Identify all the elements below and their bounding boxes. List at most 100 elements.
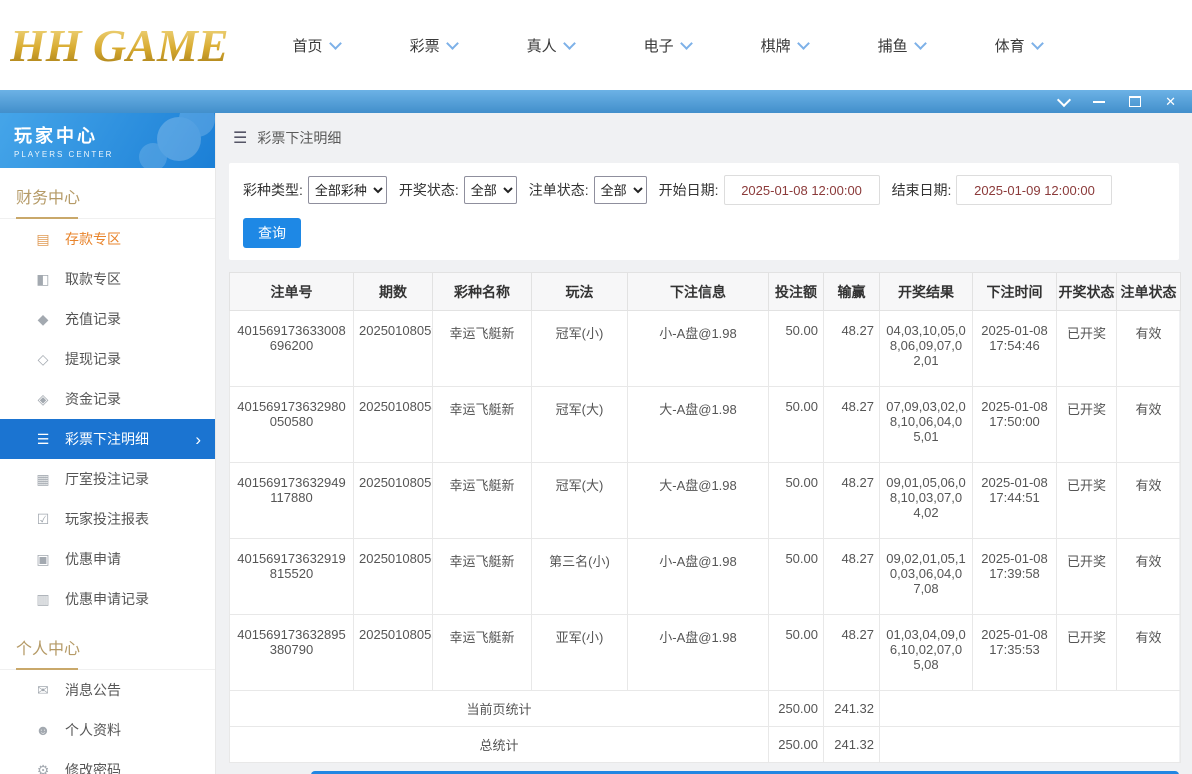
- column-header: 开奖结果: [880, 273, 973, 311]
- nav-item-electronic[interactable]: 电子: [644, 35, 691, 56]
- end-date-label: 结束日期:: [892, 180, 952, 200]
- table-row: 40156917363300869620020250108059幸运飞艇新冠军(…: [230, 311, 1181, 387]
- column-header: 投注额: [769, 273, 824, 311]
- profile-icon: ☻: [34, 722, 52, 738]
- column-header: 彩种名称: [433, 273, 532, 311]
- sidebar: 玩家中心 PLAYERS CENTER 财务中心▤存款专区◧取款专区◆充值记录◇…: [0, 113, 216, 774]
- sidebar-item-label: 存款专区: [65, 229, 201, 249]
- cell-win-loss: 48.27: [824, 311, 880, 387]
- cell-lottery: 幸运飞艇新: [433, 615, 532, 691]
- nav-item-lottery[interactable]: 彩票: [410, 35, 457, 56]
- cell-issue: 20250108056: [354, 539, 433, 615]
- sidebar-item-label: 个人资料: [65, 720, 201, 740]
- summary-bet-amount: 250.00: [769, 727, 824, 763]
- hall-bet-record-icon: ▦: [34, 471, 52, 488]
- column-header: 输赢: [824, 273, 880, 311]
- column-header: 注单状态: [1117, 273, 1181, 311]
- sidebar-item-promo-apply-record[interactable]: ▥优惠申请记录: [0, 579, 215, 619]
- start-date-input[interactable]: [724, 175, 880, 205]
- withdrawal-record-icon: ◇: [34, 351, 52, 368]
- sidebar-item-label: 资金记录: [65, 389, 201, 409]
- sidebar-item-funds-record[interactable]: ◈资金记录: [0, 379, 215, 419]
- player-bet-report-icon: ☑: [34, 511, 52, 528]
- cell-result: 09,01,05,06,08,10,03,07,04,02: [880, 463, 973, 539]
- sidebar-item-label: 提现记录: [65, 349, 201, 369]
- cell-lottery: 幸运飞艇新: [433, 539, 532, 615]
- sidebar-item-hall-bet-record[interactable]: ▦厅室投注记录: [0, 459, 215, 499]
- sidebar-item-password[interactable]: ⚙ 修改密码: [0, 750, 215, 774]
- sidebar-menu: 财务中心 ▤ 存款专区 ◧取款专区◆充值记录 ◇ 提现记录 ◈资金记录☰彩票下注明细›▦厅室…: [0, 172, 215, 774]
- chevron-down-icon: [329, 37, 342, 50]
- column-header: 下注信息: [628, 273, 769, 311]
- sidebar-item-label: 玩家投注报表: [65, 509, 201, 529]
- player-center-title: 玩家中心: [14, 122, 215, 148]
- password-icon: ⚙: [34, 762, 52, 774]
- sidebar-item-player-bet-report[interactable]: ☑ 玩家投注报表: [0, 499, 215, 539]
- cell-play: 冠军(大): [532, 463, 628, 539]
- nav-item-label: 棋牌: [761, 35, 791, 56]
- sidebar-item-recharge-record[interactable]: ◆充值记录: [0, 299, 215, 339]
- section-title-finance: 财务中心: [0, 172, 215, 219]
- cell-issue: 20250108059: [354, 311, 433, 387]
- end-date-filter: 结束日期:: [892, 175, 1113, 205]
- sidebar-item-lottery-bet-detail[interactable]: ☰彩票下注明细›: [0, 419, 215, 459]
- logo: HH GAME: [10, 19, 235, 72]
- summary-empty: [880, 691, 1181, 727]
- draw-status-filter: 开奖状态: 全部: [399, 176, 517, 204]
- nav-item-sports[interactable]: 体育: [995, 35, 1042, 56]
- nav-item-label: 彩票: [410, 35, 440, 56]
- sidebar-item-label: 修改密码: [65, 760, 201, 774]
- close-icon[interactable]: ✕: [1165, 95, 1176, 108]
- cell-bet-amount: 50.00: [769, 311, 824, 387]
- sidebar-item-label: 彩票下注明细: [65, 429, 195, 449]
- sidebar-item-promo-apply[interactable]: ▣优惠申请: [0, 539, 215, 579]
- player-center-header: 玩家中心 PLAYERS CENTER: [0, 113, 215, 168]
- cell-bet-amount: 50.00: [769, 539, 824, 615]
- cell-order-status: 有效: [1117, 311, 1181, 387]
- cell-order-no: 401569173632980050580: [230, 387, 354, 463]
- breadcrumb: ☰ 彩票下注明细: [229, 113, 1179, 163]
- query-button[interactable]: 查询: [243, 218, 301, 248]
- main-content: ☰ 彩票下注明细 彩种类型: 全部彩种 开奖状态: 全部: [216, 113, 1192, 774]
- sidebar-item-message[interactable]: ✉消息公告: [0, 670, 215, 710]
- sidebar-item-label: 优惠申请: [65, 549, 201, 569]
- cell-win-loss: 48.27: [824, 463, 880, 539]
- menu-toggle-icon[interactable]: ☰: [233, 128, 247, 148]
- sidebar-item-withdrawal-record[interactable]: ◇ 提现记录: [0, 339, 215, 379]
- bet-table: 注单号期数彩种名称玩法下注信息投注额输赢开奖结果下注时间开奖状态注单状态 401…: [229, 272, 1181, 763]
- nav-item-home[interactable]: 首页: [293, 35, 340, 56]
- table-header-row: 注单号期数彩种名称玩法下注信息投注额输赢开奖结果下注时间开奖状态注单状态: [230, 273, 1181, 311]
- sidebar-item-profile[interactable]: ☻ 个人资料: [0, 710, 215, 750]
- lottery-type-filter: 彩种类型: 全部彩种: [243, 176, 387, 204]
- nav-item-label: 体育: [995, 35, 1025, 56]
- promo-apply-record-icon: ▥: [34, 591, 52, 608]
- filter-panel: 彩种类型: 全部彩种 开奖状态: 全部 注单状态:: [229, 163, 1179, 260]
- column-header: 开奖状态: [1057, 273, 1117, 311]
- sidebar-item-withdraw[interactable]: ◧取款专区: [0, 259, 215, 299]
- player-center-subtitle: PLAYERS CENTER: [14, 150, 215, 159]
- order-status-filter: 注单状态: 全部: [529, 176, 647, 204]
- draw-status-select[interactable]: 全部: [464, 176, 517, 204]
- table-body: 40156917363300869620020250108059 幸运飞艇新冠军(…: [230, 311, 1181, 691]
- nav-item-label: 捕鱼: [878, 35, 908, 56]
- collapse-icon[interactable]: [1057, 93, 1071, 107]
- maximize-icon[interactable]: [1129, 96, 1141, 107]
- cell-order-no: 401569173633008696200: [230, 311, 354, 387]
- draw-status-label: 开奖状态:: [399, 180, 459, 200]
- window-titlebar: ✕: [0, 90, 1192, 113]
- summary-label: 总统计: [230, 727, 769, 763]
- cell-order-no: 401569173632895380790: [230, 615, 354, 691]
- chevron-down-icon: [680, 37, 693, 50]
- deposit-icon: ▤: [34, 231, 52, 248]
- order-status-select[interactable]: 全部: [594, 176, 647, 204]
- lottery-type-label: 彩种类型:: [243, 180, 303, 200]
- chevron-down-icon: [446, 37, 459, 50]
- minimize-icon[interactable]: [1093, 101, 1105, 103]
- end-date-input[interactable]: [956, 175, 1112, 205]
- nav-item-fishing[interactable]: 捕鱼: [878, 35, 925, 56]
- nav-item-live[interactable]: 真人: [527, 35, 574, 56]
- cell-win-loss: 48.27: [824, 615, 880, 691]
- sidebar-item-deposit[interactable]: ▤ 存款专区: [0, 219, 215, 259]
- lottery-type-select[interactable]: 全部彩种: [308, 176, 387, 204]
- nav-item-chess[interactable]: 棋牌: [761, 35, 808, 56]
